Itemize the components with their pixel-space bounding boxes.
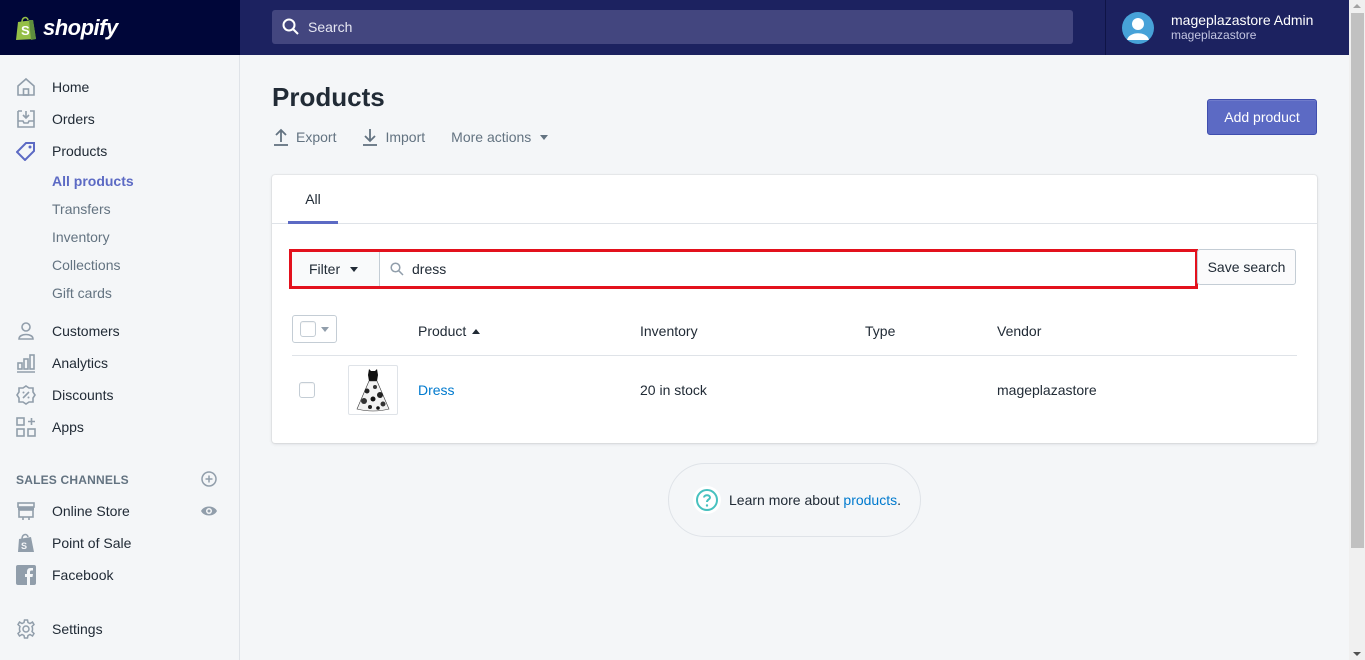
column-header-product[interactable]: Product <box>418 323 481 339</box>
sidebar-item-customers[interactable]: Customers <box>0 315 239 347</box>
filter-button[interactable]: Filter <box>292 252 380 286</box>
sidebar-item-apps[interactable]: Apps <box>0 411 239 443</box>
export-button[interactable]: Export <box>273 128 336 146</box>
add-channel-icon[interactable] <box>201 471 217 487</box>
shopify-logo[interactable]: S shopify <box>0 0 240 55</box>
sidebar-subitem-all-products[interactable]: All products <box>52 173 134 189</box>
avatar <box>1122 11 1154 44</box>
orders-icon <box>16 109 36 129</box>
user-name: mageplazastore Admin <box>1171 12 1314 28</box>
product-thumbnail[interactable] <box>348 365 398 415</box>
product-search-field[interactable] <box>380 252 1195 286</box>
sidebar-item-products[interactable]: Products <box>0 135 239 167</box>
gear-icon <box>16 619 36 639</box>
search-icon <box>390 262 404 276</box>
tab-bar: All <box>272 175 1317 224</box>
discount-icon <box>16 385 36 405</box>
tag-icon <box>16 141 36 161</box>
sidebar-item-analytics[interactable]: Analytics <box>0 347 239 379</box>
tab-all[interactable]: All <box>288 175 338 224</box>
help-footer: Learn more about products. <box>668 463 921 537</box>
store-icon <box>16 501 36 521</box>
table-row[interactable]: Dress 20 in stock mageplazastore <box>292 356 1297 424</box>
chevron-down-icon <box>540 134 549 140</box>
question-circle-icon <box>693 486 721 514</box>
home-icon <box>16 77 36 97</box>
chevron-down-icon[interactable] <box>321 326 329 332</box>
sales-channels-heading: SALES CHANNELS <box>16 473 129 487</box>
add-product-button[interactable]: Add product <box>1207 99 1317 135</box>
analytics-icon <box>16 353 36 373</box>
sidebar-item-point-of-sale[interactable]: S Point of Sale <box>0 527 239 559</box>
scroll-down-arrow-icon[interactable] <box>1353 652 1361 656</box>
sort-ascending-icon <box>472 329 481 334</box>
export-icon <box>274 128 288 146</box>
sidebar-item-home[interactable]: Home <box>0 71 239 103</box>
sidebar-subitem-transfers[interactable]: Transfers <box>52 201 111 217</box>
import-button[interactable]: Import <box>362 128 425 146</box>
sidebar-item-discounts[interactable]: Discounts <box>0 379 239 411</box>
bulk-select-checkbox[interactable] <box>292 315 337 343</box>
product-name-link[interactable]: Dress <box>418 382 455 398</box>
sidebar-item-facebook[interactable]: Facebook <box>0 559 239 591</box>
search-icon <box>282 18 299 35</box>
page-title: Products <box>272 82 385 112</box>
products-help-link[interactable]: products <box>843 492 897 508</box>
sidebar-subitem-collections[interactable]: Collections <box>52 257 120 273</box>
top-bar: S shopify mageplazastore Admin mageplaza… <box>0 0 1349 55</box>
products-card: All Filter Save search Product Inventory… <box>272 175 1317 443</box>
row-checkbox[interactable] <box>299 382 315 398</box>
scroll-up-arrow-icon[interactable] <box>1353 4 1361 8</box>
select-all-checkbox[interactable] <box>300 321 316 337</box>
dress-image-icon <box>356 369 390 412</box>
user-menu[interactable]: mageplazastore Admin mageplazastore <box>1105 0 1349 55</box>
view-store-eye-icon[interactable] <box>200 502 218 520</box>
column-header-vendor[interactable]: Vendor <box>997 323 1041 339</box>
scroll-thumb[interactable] <box>1351 13 1364 548</box>
shopify-bag-icon: S <box>16 533 36 553</box>
sidebar-subitem-inventory[interactable]: Inventory <box>52 229 110 245</box>
shopify-bag-logo-icon: S <box>16 16 36 40</box>
customer-icon <box>16 321 36 341</box>
product-search-input[interactable] <box>412 261 1172 277</box>
chevron-down-icon <box>350 266 359 272</box>
inventory-cell: 20 in stock <box>640 382 707 398</box>
svg-text:S: S <box>21 541 27 551</box>
page-scrollbar[interactable] <box>1349 0 1365 660</box>
global-search[interactable] <box>272 10 1073 44</box>
table-header: Product Inventory Type Vendor <box>292 309 1297 356</box>
store-name: mageplazastore <box>1171 28 1257 42</box>
more-actions-dropdown[interactable]: More actions <box>451 129 549 145</box>
import-icon <box>363 129 378 146</box>
sidebar-item-settings[interactable]: Settings <box>0 613 239 645</box>
svg-text:S: S <box>21 23 30 38</box>
vendor-cell: mageplazastore <box>997 382 1097 398</box>
apps-icon <box>16 417 36 437</box>
column-header-type[interactable]: Type <box>865 323 895 339</box>
sidebar-item-orders[interactable]: Orders <box>0 103 239 135</box>
column-header-inventory[interactable]: Inventory <box>640 323 698 339</box>
page-actions: Export Import More actions <box>273 128 574 146</box>
save-search-button[interactable]: Save search <box>1197 249 1296 285</box>
brand-name: shopify <box>43 14 118 40</box>
filter-search-highlight: Filter <box>289 249 1198 289</box>
sidebar-subitem-gift-cards[interactable]: Gift cards <box>52 285 112 301</box>
global-search-input[interactable] <box>308 19 1008 35</box>
facebook-icon <box>16 565 36 585</box>
sidebar: Home Orders Products All products Transf… <box>0 55 240 660</box>
